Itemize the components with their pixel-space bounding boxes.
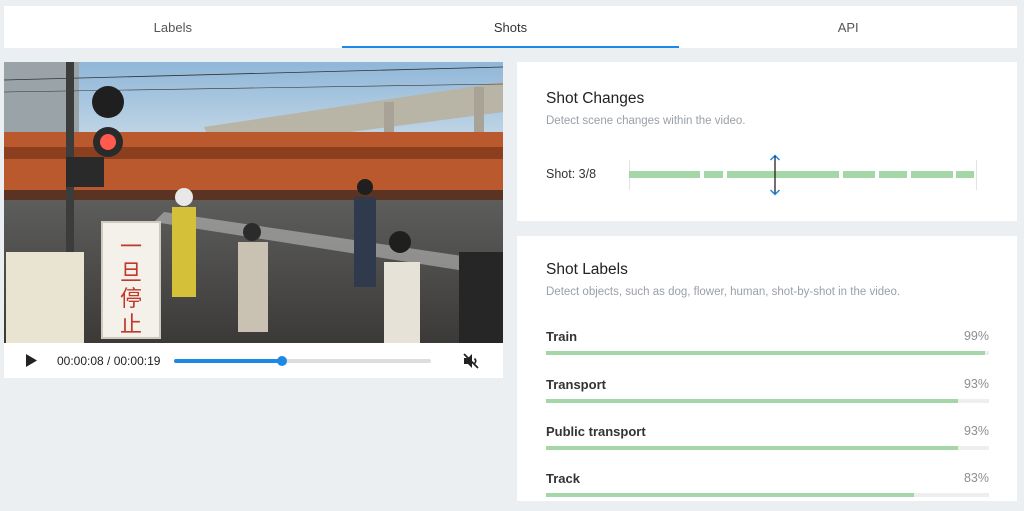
- video-player: 一 旦 停 止 00:00:08 / 00:00:19: [4, 62, 503, 378]
- shot-changes-card: Shot Changes Detect scene changes within…: [517, 62, 1017, 221]
- shot-segment-7[interactable]: [956, 171, 974, 178]
- video-scene: 一 旦 停 止: [4, 62, 503, 343]
- seek-bar[interactable]: [174, 355, 432, 366]
- time-display: 00:00:08 / 00:00:19: [57, 353, 161, 368]
- label-name: Train: [546, 329, 578, 344]
- shot-labels-subtitle: Detect objects, such as dog, flower, hum…: [546, 286, 901, 298]
- tab-bar: Labels Shots API: [4, 6, 1017, 48]
- confidence-track: [546, 446, 989, 450]
- shot-segment-5[interactable]: [879, 171, 907, 178]
- confidence-fill: [546, 399, 958, 403]
- label-row: Track 83%: [546, 471, 989, 499]
- label-name: Track: [546, 471, 580, 486]
- playhead-marker[interactable]: [769, 154, 781, 196]
- volume-muted-icon: [463, 352, 480, 369]
- label-row: Transport 93%: [546, 377, 989, 405]
- label-confidence: 99%: [963, 329, 989, 343]
- shot-counter: Shot: 3/8: [546, 167, 597, 181]
- svg-text:一: 一: [120, 235, 142, 260]
- svg-text:旦: 旦: [120, 261, 142, 286]
- tab-api[interactable]: API: [679, 6, 1017, 48]
- shot-segment-3[interactable]: [727, 171, 839, 178]
- label-row: Train 99%: [546, 329, 989, 357]
- tab-shots[interactable]: Shots: [341, 6, 680, 48]
- shot-labels-card: Shot Labels Detect objects, such as dog,…: [517, 236, 1017, 501]
- shot-changes-subtitle: Detect scene changes within the video.: [546, 115, 746, 127]
- confidence-fill: [546, 493, 914, 497]
- shot-segment-4[interactable]: [843, 171, 875, 178]
- label-name: Public transport: [546, 424, 646, 439]
- confidence-track: [546, 493, 989, 497]
- player-controls: 00:00:08 / 00:00:19: [4, 343, 503, 378]
- seek-handle[interactable]: [277, 355, 288, 366]
- confidence-track: [546, 351, 989, 355]
- shot-segment-1[interactable]: [629, 171, 700, 178]
- svg-text:止: 止: [120, 313, 142, 338]
- shot-segment-2[interactable]: [704, 171, 723, 178]
- shot-changes-title: Shot Changes: [546, 90, 645, 107]
- confidence-fill: [546, 446, 958, 450]
- tab-labels[interactable]: Labels: [4, 6, 342, 48]
- label-confidence: 83%: [963, 471, 989, 485]
- label-confidence: 93%: [963, 377, 989, 391]
- shot-segment-6[interactable]: [911, 171, 953, 178]
- play-button[interactable]: [24, 354, 38, 368]
- label-name: Transport: [546, 377, 606, 392]
- timeline-end-edge: [976, 160, 977, 190]
- label-confidence: 93%: [963, 424, 989, 438]
- shot-labels-title: Shot Labels: [546, 261, 628, 278]
- shot-timeline[interactable]: [629, 154, 977, 196]
- confidence-track: [546, 399, 989, 403]
- seek-progress: [174, 358, 283, 363]
- mute-button[interactable]: [461, 351, 481, 371]
- confidence-fill: [546, 351, 985, 355]
- video-frame[interactable]: 一 旦 停 止: [4, 62, 503, 343]
- svg-text:停: 停: [120, 287, 142, 312]
- play-icon: [25, 354, 37, 367]
- label-row: Public transport 93%: [546, 424, 989, 452]
